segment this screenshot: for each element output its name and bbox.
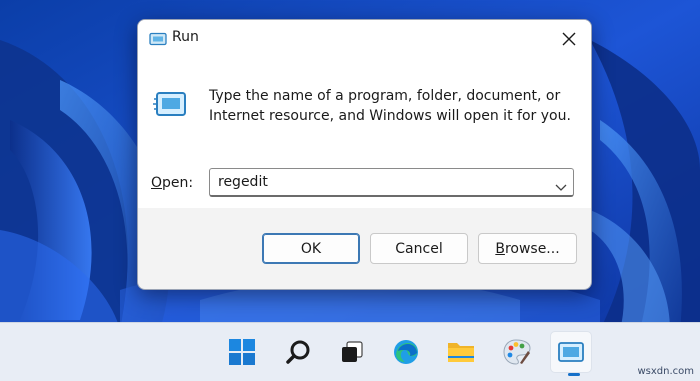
start-button[interactable]: [221, 331, 263, 373]
paint-icon: [503, 339, 531, 365]
task-view-icon: [342, 341, 363, 362]
open-combobox[interactable]: regedit: [209, 168, 574, 197]
edge-button[interactable]: [385, 331, 427, 373]
task-view-button[interactable]: [331, 331, 373, 373]
search-icon: [286, 340, 310, 364]
active-app-indicator: [568, 373, 580, 376]
run-dialog: Run Type the name of a program, folder, …: [137, 19, 592, 290]
ok-button[interactable]: OK: [262, 233, 360, 264]
dialog-title: Run: [172, 29, 199, 45]
run-icon: [558, 342, 584, 362]
search-button[interactable]: [277, 331, 319, 373]
title-bar[interactable]: Run: [138, 20, 591, 58]
file-explorer-button[interactable]: [440, 331, 482, 373]
dialog-description: Type the name of a program, folder, docu…: [209, 88, 571, 124]
watermark-text: wsxdn.com: [637, 366, 694, 377]
paint-button[interactable]: [496, 331, 538, 373]
open-label: Open:: [151, 175, 194, 191]
run-icon: [149, 31, 167, 50]
run-program-icon: [153, 90, 187, 122]
chevron-down-icon[interactable]: [555, 177, 567, 196]
open-input-value[interactable]: regedit: [218, 174, 268, 190]
start-icon: [229, 339, 255, 365]
edge-icon: [394, 340, 418, 364]
dialog-content: Type the name of a program, folder, docu…: [138, 58, 591, 208]
close-button[interactable]: [547, 20, 591, 58]
close-icon: [562, 32, 576, 46]
cancel-button[interactable]: Cancel: [370, 233, 468, 264]
file-explorer-icon: [448, 343, 474, 362]
browse-button[interactable]: Browse...: [478, 233, 577, 264]
run-taskbar-button[interactable]: [550, 331, 592, 373]
taskbar: [0, 322, 700, 381]
